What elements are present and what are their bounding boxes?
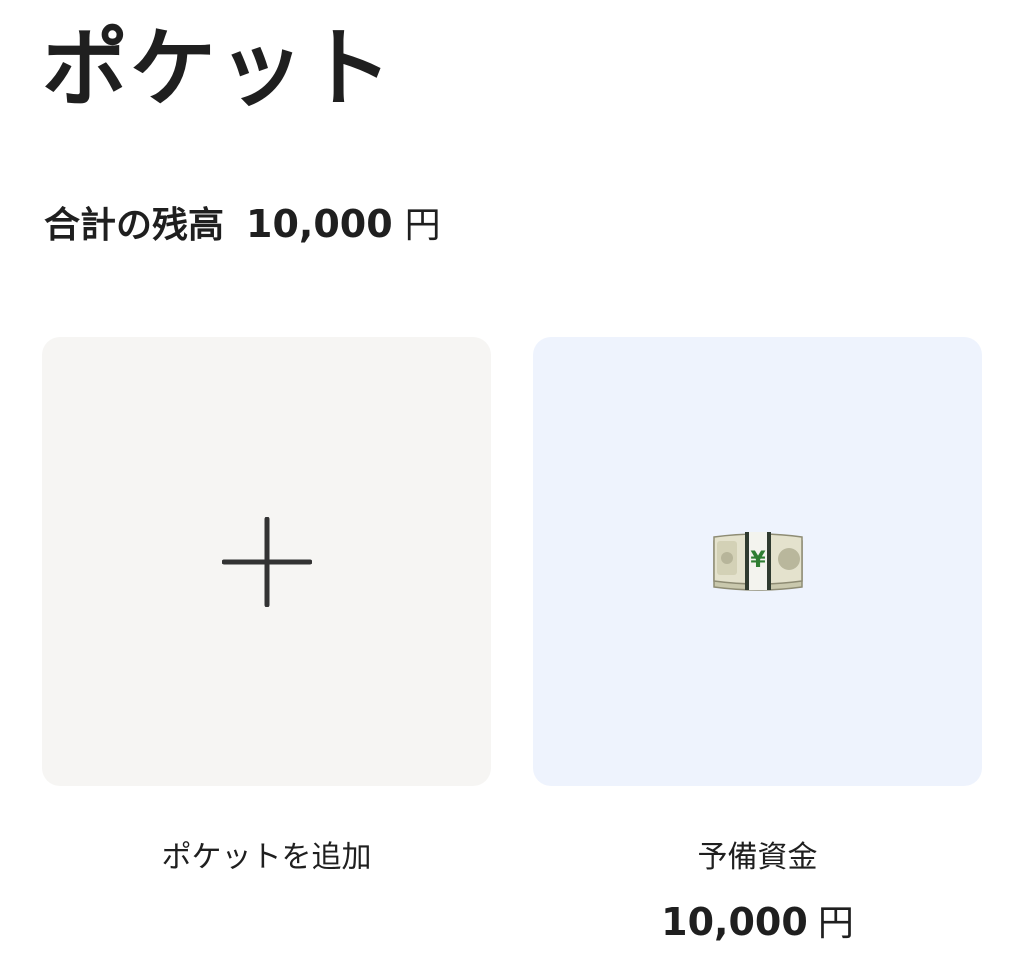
pocket-balance-reserve-fund: 10,000 円 xyxy=(533,894,982,946)
pocket-card-reserve-fund[interactable]: ¥ xyxy=(533,337,982,786)
pocket-balance-amount: 10,000 xyxy=(661,900,808,944)
add-pocket-label[interactable]: ポケットを追加 xyxy=(42,832,491,876)
plus-icon xyxy=(221,516,312,607)
total-balance-label: 合計の残高 xyxy=(44,205,225,246)
pocket-balance-unit: 円 xyxy=(817,903,854,944)
total-balance: 合計の残高 10,000 円 xyxy=(44,196,441,248)
page-title: ポケット xyxy=(42,19,394,119)
total-balance-amount: 10,000 xyxy=(246,202,393,246)
svg-text:¥: ¥ xyxy=(750,548,766,573)
pockets-page: ポケット 合計の残高 10,000 円 ポケットを追加 ¥ 予備資金 10,00… xyxy=(0,0,1024,974)
total-balance-unit: 円 xyxy=(404,205,441,246)
yen-banknote-icon: ¥ xyxy=(712,531,803,591)
pocket-name-reserve-fund: 予備資金 xyxy=(697,840,818,875)
add-pocket-button[interactable] xyxy=(42,337,491,786)
